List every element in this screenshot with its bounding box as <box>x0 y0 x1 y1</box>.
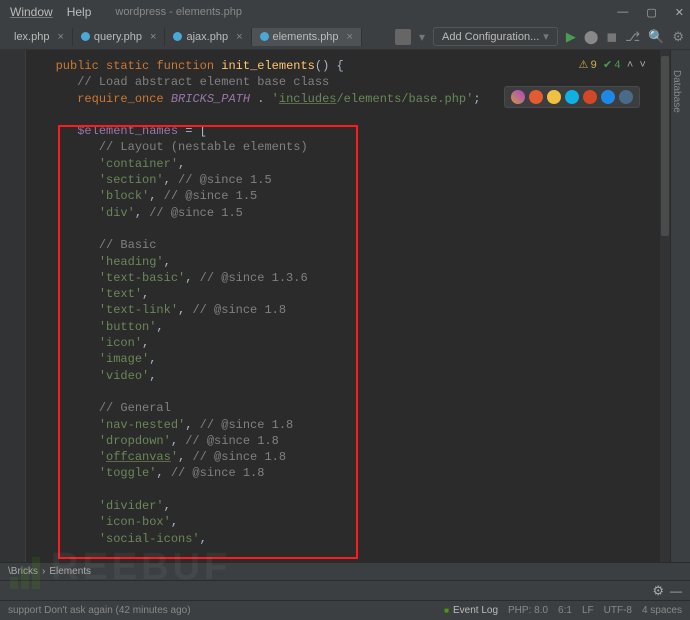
chevron-down-icon[interactable]: ˅ <box>639 58 646 74</box>
user-icon[interactable] <box>395 29 411 45</box>
ok-icon: ✔4 <box>603 58 621 74</box>
breadcrumb-item[interactable]: \Bricks <box>8 566 38 577</box>
chevron-up-icon[interactable]: ˄ <box>627 58 634 74</box>
breadcrumb-bar: \Bricks › Elements <box>0 562 690 580</box>
inspection-widget[interactable]: ⚠9 ✔4 ˄ ˅ <box>578 58 646 74</box>
debug-icon[interactable]: ⬤ <box>584 29 599 45</box>
tab-lex-php[interactable]: lex.php× <box>6 28 73 46</box>
breadcrumb-item[interactable]: Elements <box>49 566 91 577</box>
opera-icon[interactable] <box>583 90 597 104</box>
menu-window[interactable]: Window <box>6 3 57 21</box>
status-bar: support Don't ask again (42 minutes ago)… <box>0 600 690 620</box>
close-icon[interactable]: × <box>347 31 353 43</box>
hide-icon[interactable]: — <box>670 584 682 598</box>
edge-icon[interactable] <box>601 90 615 104</box>
tool-status-bar: ⚙ — <box>0 580 690 600</box>
code-editor[interactable]: ⚠9 ✔4 ˄ ˅ public static function init_el… <box>26 50 670 562</box>
chrome-icon[interactable] <box>547 90 561 104</box>
git-icon[interactable]: ⎇ <box>625 29 640 45</box>
tab-ajax-php[interactable]: ajax.php× <box>165 28 251 46</box>
project-title: wordpress - elements.php <box>115 6 242 18</box>
close-icon[interactable]: × <box>57 31 63 43</box>
safari-icon[interactable] <box>565 90 579 104</box>
database-tool-tab[interactable]: Database <box>671 50 682 113</box>
editor-gutter <box>0 50 26 562</box>
editor-tabs-bar: lex.php× query.php× ajax.php× elements.p… <box>0 24 690 50</box>
run-icon[interactable]: ▶ <box>566 29 576 45</box>
settings-icon[interactable]: ⚙ <box>652 583 664 599</box>
right-sidebar: Database <box>670 50 690 562</box>
tab-query-php[interactable]: query.php× <box>73 28 166 46</box>
settings-icon[interactable]: ⚙ <box>672 29 684 45</box>
run-configuration-dropdown[interactable]: Add Configuration...▾ <box>433 27 558 46</box>
browser-icon[interactable] <box>511 90 525 104</box>
close-icon[interactable]: × <box>150 31 156 43</box>
close-icon[interactable]: ✕ <box>675 6 684 19</box>
stop-icon[interactable]: ◼ <box>606 29 617 45</box>
php-file-icon <box>81 32 90 41</box>
php-file-icon <box>260 32 269 41</box>
title-bar: Window Help wordpress - elements.php — ▢… <box>0 0 690 24</box>
vertical-scrollbar[interactable] <box>660 50 670 562</box>
php-file-icon <box>173 32 182 41</box>
tab-elements-php[interactable]: elements.php× <box>252 28 362 46</box>
minimize-icon[interactable]: — <box>617 6 628 18</box>
warning-icon: ⚠9 <box>578 58 596 74</box>
maximize-icon[interactable]: ▢ <box>646 6 656 19</box>
firefox-icon[interactable] <box>529 90 543 104</box>
ie-icon[interactable] <box>619 90 633 104</box>
close-icon[interactable]: × <box>236 31 242 43</box>
menu-help[interactable]: Help <box>63 3 96 21</box>
browser-icons-bar <box>504 86 640 108</box>
search-icon[interactable]: 🔍 <box>648 29 664 45</box>
